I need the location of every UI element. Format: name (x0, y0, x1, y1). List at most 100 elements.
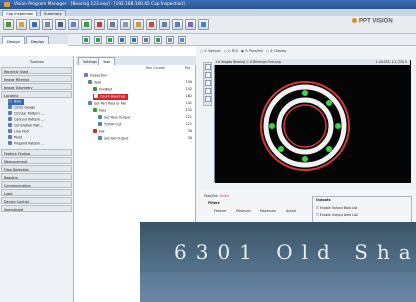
category-readers[interactable]: Readers (1, 173, 72, 180)
link-button[interactable] (142, 36, 150, 44)
category-locating[interactable]: Locating (1, 91, 72, 98)
circular-pattern-icon (8, 111, 12, 115)
category-flaw-detection[interactable]: Flaw Detection (1, 165, 72, 172)
paste-button[interactable] (133, 19, 144, 30)
table-button[interactable] (166, 36, 174, 44)
filters-label: Filters (208, 201, 220, 205)
pointer-icon[interactable] (205, 64, 211, 70)
radio-pass-fail[interactable]: ◉ 3: Pass/Fail (241, 49, 263, 53)
tree-row[interactable]: FindPart (93, 87, 112, 93)
expand-button[interactable] (154, 36, 162, 44)
camera-image[interactable] (214, 59, 411, 183)
help-button[interactable] (198, 19, 209, 30)
zoom-in-icon[interactable] (205, 72, 211, 78)
save-button[interactable] (29, 19, 40, 30)
find-part-icon (93, 87, 97, 91)
correlation-pattern-icon (8, 123, 12, 127)
fail-icon (93, 129, 97, 133)
run-count: 130 (185, 80, 192, 84)
brand-name: PPT VISION (359, 18, 393, 25)
photo-lower-band (140, 272, 416, 302)
column-run-counts: Run Counts (146, 66, 165, 70)
category-device-control[interactable]: Device Control (1, 197, 72, 204)
move-up-button[interactable] (118, 36, 126, 44)
category-communication[interactable]: Communication (1, 181, 72, 188)
run-count: 141 (185, 101, 192, 105)
redo-button[interactable] (172, 19, 183, 30)
copy-button[interactable] (120, 19, 131, 30)
radio-roi[interactable]: ○ 2: ROI (224, 49, 238, 53)
category-image-geometry[interactable]: Image Geometry (1, 83, 72, 90)
radio-display[interactable]: ○ 4: Display (266, 49, 286, 53)
run-count: 30 (187, 136, 192, 140)
tree-row[interactable]: Inspection (84, 73, 107, 79)
output-option[interactable]: ☐ Enable Output Area List (316, 213, 358, 217)
output-icon (98, 136, 102, 140)
add-tool-button[interactable] (82, 36, 90, 44)
add-branch-button[interactable] (94, 36, 102, 44)
new-file-button[interactable] (3, 19, 14, 30)
mode-tabs: Design Deploy (0, 34, 68, 44)
tree-row[interactable]: Fail (93, 129, 104, 135)
run-count: 142 (185, 87, 192, 91)
app-icon (4, 2, 10, 7)
tree-row[interactable]: Set Fail Output (98, 136, 128, 142)
task-icon (88, 80, 92, 84)
overlay-photo: 6301 Old Shak (140, 222, 416, 302)
filters-col-maximum: Maximum (260, 209, 276, 213)
tab-deploy[interactable]: Deploy (26, 36, 50, 44)
undo-button[interactable] (159, 19, 170, 30)
tab-design[interactable]: Design (2, 36, 26, 44)
fit-icon[interactable] (205, 96, 211, 102)
settings-button[interactable] (185, 19, 196, 30)
category-measurement[interactable]: Measurement (1, 157, 72, 164)
acquire-button[interactable] (68, 19, 79, 30)
tree-row-selected[interactable]: Count Bearings (93, 94, 129, 100)
print-button[interactable] (42, 19, 53, 30)
filters-col-feature: Feature (214, 209, 227, 213)
tree-row[interactable]: Pass (93, 108, 106, 114)
run-count: 121 (185, 122, 192, 126)
stop-button[interactable] (94, 19, 105, 30)
camera-button[interactable] (55, 19, 66, 30)
pan-icon[interactable] (205, 88, 211, 94)
graph-button[interactable] (178, 36, 186, 44)
add-task-button[interactable] (106, 36, 114, 44)
zoom-info: 1.40:255, 1:1 (50) X (375, 60, 407, 64)
run-count: 162 (185, 94, 192, 98)
zoom-out-icon[interactable] (205, 80, 211, 86)
viewer-toolbar (203, 62, 212, 106)
secondary-toolbar (68, 34, 416, 46)
category-specialized[interactable]: Specialized (1, 205, 72, 212)
filters-col-minimum: Minimum (236, 209, 251, 213)
count-bearings-icon (94, 94, 98, 98)
tab-task[interactable]: Task (98, 57, 116, 65)
pass-fail-status: Pass/Fail: Failed (204, 194, 229, 198)
pinpoint-pattern-icon (8, 141, 12, 145)
tree-row[interactable]: Set Part Pass or Fail (88, 101, 126, 107)
tool-item[interactable]: Pinpoint Pattern ... (8, 141, 44, 147)
category-recently-used[interactable]: Recently Used (1, 67, 72, 74)
open-file-button[interactable] (16, 19, 27, 30)
point-icon (8, 135, 12, 139)
contour-pattern-icon (8, 117, 12, 121)
run-count: 30 (187, 129, 192, 133)
radio-sample[interactable]: ○ 1: Sample (200, 49, 221, 53)
tree-row[interactable]: Task (88, 80, 101, 86)
circle-gauge-icon (8, 105, 12, 109)
run-button[interactable] (81, 19, 92, 30)
category-feature-finding[interactable]: Feature Finding (1, 149, 72, 156)
move-down-button[interactable] (130, 36, 138, 44)
filters-col-actual: Actual (286, 209, 296, 213)
status-value: Failed (219, 194, 229, 198)
tree-row[interactable]: TCP/IP Out (98, 122, 121, 128)
image-name: Lit Images Bearing 1: 8 Bearings Find.pn… (216, 60, 281, 64)
cut-button[interactable] (107, 19, 118, 30)
tree-row[interactable]: Set Pass Output (98, 115, 130, 121)
category-image-filtering[interactable]: Image Filtering (1, 75, 72, 82)
window-title: Vision Program Manager - [Bearing 123.av… (14, 2, 185, 7)
delete-button[interactable] (146, 19, 157, 30)
category-logic[interactable]: Logic (1, 189, 72, 196)
output-option[interactable]: ☑ Enable Output Blob List (316, 206, 357, 210)
run-count: 132 (185, 108, 192, 112)
